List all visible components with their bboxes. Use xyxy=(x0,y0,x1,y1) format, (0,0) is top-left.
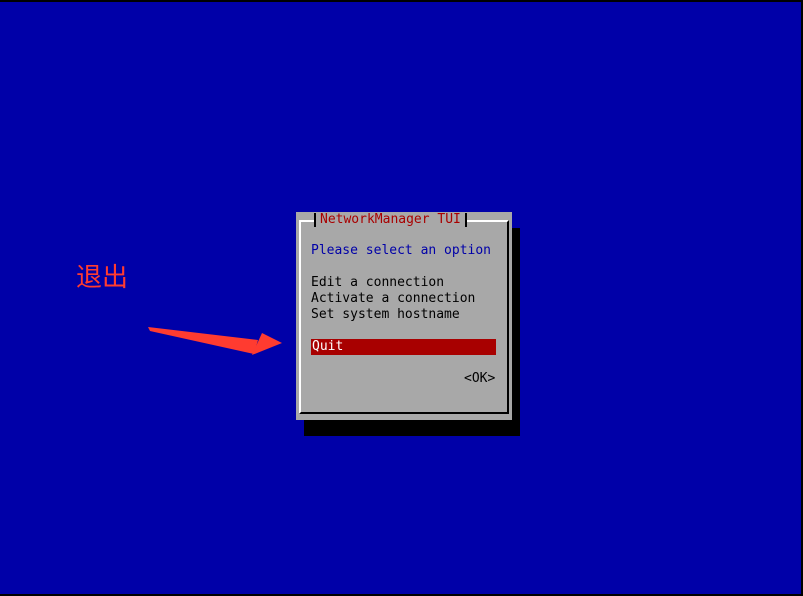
terminal-screen: NetworkManager TUI Please select an opti… xyxy=(0,0,803,594)
annotation-arrow-icon xyxy=(148,327,282,355)
